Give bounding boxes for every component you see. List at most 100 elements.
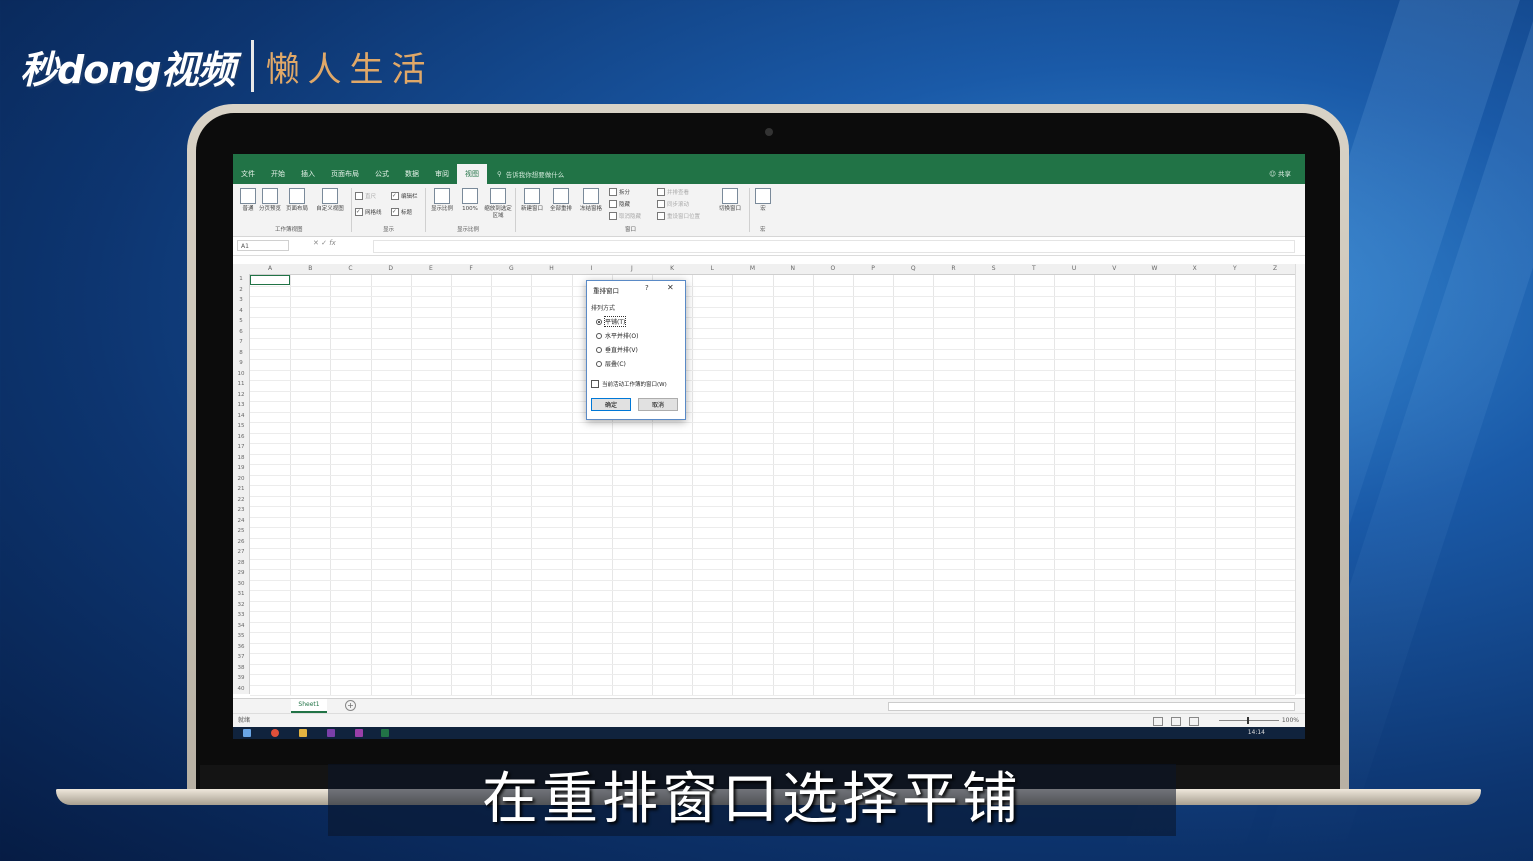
row-header[interactable]: 15 xyxy=(233,421,249,432)
page-break-icon[interactable] xyxy=(1189,717,1199,726)
add-sheet-icon[interactable]: + xyxy=(345,700,356,711)
folder-icon[interactable] xyxy=(299,729,307,737)
row-header[interactable]: 29 xyxy=(233,568,249,579)
reset-position-button[interactable]: 重设窗口位置 xyxy=(657,212,700,220)
row-header[interactable]: 28 xyxy=(233,558,249,569)
row-header[interactable]: 21 xyxy=(233,484,249,495)
sheet-tab-sheet1[interactable]: Sheet1 xyxy=(291,699,327,713)
tab-data[interactable]: 数据 xyxy=(397,164,427,184)
column-header[interactable]: P xyxy=(853,264,893,274)
horizontal-scrollbar[interactable] xyxy=(888,702,1295,711)
row-header[interactable]: 4 xyxy=(233,306,249,317)
view-side-by-side-button[interactable]: 并排查看 xyxy=(657,188,689,196)
row-header[interactable]: 39 xyxy=(233,673,249,684)
row-header[interactable]: 1 xyxy=(233,274,249,285)
arrange-all-button[interactable]: 全部重排 xyxy=(547,188,575,213)
onenote-icon[interactable] xyxy=(327,729,335,737)
normal-view-icon[interactable] xyxy=(1153,717,1163,726)
row-header[interactable]: 25 xyxy=(233,526,249,537)
zoom-to-selection-button[interactable]: 缩放到选定区域 xyxy=(483,188,513,220)
tab-file[interactable]: 文件 xyxy=(233,164,263,184)
formula-bar-checkbox[interactable]: ✓ 编辑栏 xyxy=(391,192,418,200)
radio-tiled[interactable]: 平铺(T) xyxy=(596,316,627,327)
column-header[interactable]: J xyxy=(612,264,652,274)
row-header[interactable]: 36 xyxy=(233,642,249,653)
name-box[interactable]: A1 xyxy=(237,240,289,251)
column-header[interactable]: K xyxy=(652,264,692,274)
column-header[interactable]: Q xyxy=(893,264,933,274)
split-button[interactable]: 拆分 xyxy=(609,188,630,196)
switch-windows-button[interactable]: 切换窗口 xyxy=(715,188,745,213)
column-header[interactable]: C xyxy=(330,264,370,274)
sync-scroll-button[interactable]: 同步滚动 xyxy=(657,200,689,208)
row-header[interactable]: 2 xyxy=(233,285,249,296)
row-header[interactable]: 8 xyxy=(233,348,249,359)
row-header[interactable]: 40 xyxy=(233,684,249,695)
row-header[interactable]: 19 xyxy=(233,463,249,474)
column-header[interactable]: W xyxy=(1134,264,1174,274)
column-header[interactable]: F xyxy=(451,264,491,274)
column-header[interactable]: E xyxy=(411,264,451,274)
row-header[interactable]: 30 xyxy=(233,579,249,590)
headings-checkbox[interactable]: ✓ 标题 xyxy=(391,208,412,216)
row-header[interactable]: 23 xyxy=(233,505,249,516)
row-header[interactable]: 31 xyxy=(233,589,249,600)
row-header[interactable]: 34 xyxy=(233,621,249,632)
column-header[interactable]: X xyxy=(1175,264,1215,274)
page-break-preview-button[interactable]: 分页预览 xyxy=(259,188,281,213)
row-header[interactable]: 16 xyxy=(233,432,249,443)
radio-cascade[interactable]: 层叠(C) xyxy=(596,359,626,368)
column-header[interactable]: N xyxy=(773,264,813,274)
row-header[interactable]: 22 xyxy=(233,495,249,506)
chrome-icon[interactable] xyxy=(271,729,279,737)
row-header[interactable]: 38 xyxy=(233,663,249,674)
app-icon[interactable] xyxy=(355,729,363,737)
cancel-button[interactable]: 取消 xyxy=(638,398,678,411)
active-workbook-checkbox[interactable]: 当前活动工作簿的窗口(W) xyxy=(591,380,667,388)
selected-cell-a1[interactable] xyxy=(250,275,290,285)
cell-grid[interactable] xyxy=(250,275,1297,696)
row-header[interactable]: 24 xyxy=(233,516,249,527)
close-icon[interactable]: ✕ xyxy=(667,283,674,292)
column-header[interactable]: H xyxy=(531,264,571,274)
row-header[interactable]: 9 xyxy=(233,358,249,369)
row-header[interactable]: 32 xyxy=(233,600,249,611)
row-header[interactable]: 33 xyxy=(233,610,249,621)
page-layout-view-button[interactable]: 页面布局 xyxy=(283,188,311,213)
macros-button[interactable]: 宏 xyxy=(753,188,773,213)
zoom-slider-thumb[interactable] xyxy=(1247,717,1249,724)
normal-view-button[interactable]: 普通 xyxy=(237,188,259,213)
vertical-scrollbar[interactable] xyxy=(1295,264,1305,694)
column-header[interactable]: B xyxy=(290,264,330,274)
tab-view[interactable]: 视图 xyxy=(457,164,487,184)
page-layout-icon[interactable] xyxy=(1171,717,1181,726)
zoom-button[interactable]: 显示比例 xyxy=(429,188,455,213)
tab-home[interactable]: 开始 xyxy=(263,164,293,184)
freeze-panes-button[interactable]: 冻结窗格 xyxy=(577,188,605,213)
unhide-button[interactable]: 取消隐藏 xyxy=(609,212,641,220)
help-icon[interactable]: ? xyxy=(645,284,649,292)
tell-me-box[interactable]: ⚲ 告诉我你想要做什么 xyxy=(497,169,564,179)
row-header[interactable]: 12 xyxy=(233,390,249,401)
column-header[interactable]: U xyxy=(1054,264,1094,274)
zoom-100-button[interactable]: 100% xyxy=(459,188,481,213)
new-window-button[interactable]: 新建窗口 xyxy=(519,188,545,213)
ruler-checkbox[interactable]: 直尺 xyxy=(355,192,376,200)
column-header[interactable]: R xyxy=(933,264,973,274)
tab-formulas[interactable]: 公式 xyxy=(367,164,397,184)
row-header[interactable]: 37 xyxy=(233,652,249,663)
row-header[interactable]: 10 xyxy=(233,369,249,380)
row-header[interactable]: 5 xyxy=(233,316,249,327)
column-header[interactable]: T xyxy=(1014,264,1054,274)
hide-button[interactable]: 隐藏 xyxy=(609,200,630,208)
column-header[interactable]: M xyxy=(732,264,772,274)
column-header[interactable]: Z xyxy=(1255,264,1295,274)
row-header[interactable]: 7 xyxy=(233,337,249,348)
row-header[interactable]: 20 xyxy=(233,474,249,485)
row-header[interactable]: 27 xyxy=(233,547,249,558)
radio-horizontal[interactable]: 水平并排(O) xyxy=(596,331,638,340)
share-button[interactable]: ☺ 共享 xyxy=(1269,164,1291,184)
row-header[interactable]: 17 xyxy=(233,442,249,453)
column-header[interactable]: L xyxy=(692,264,732,274)
column-header[interactable]: I xyxy=(572,264,612,274)
